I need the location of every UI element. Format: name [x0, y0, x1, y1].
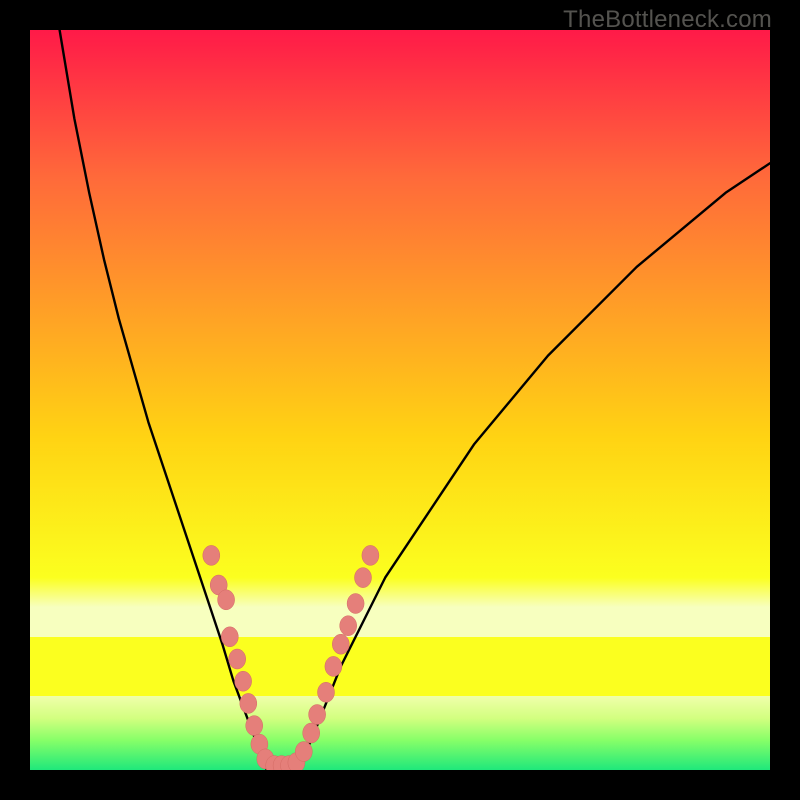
emphasis-dot	[318, 682, 335, 702]
curve-group	[60, 30, 770, 770]
emphasis-dot	[332, 634, 349, 654]
emphasis-dot	[340, 616, 357, 636]
outer-frame: TheBottleneck.com	[0, 0, 800, 800]
emphasis-dot	[229, 649, 246, 669]
emphasis-dot	[240, 693, 257, 713]
emphasis-dot	[309, 705, 326, 725]
marker-group	[203, 545, 379, 770]
emphasis-dot	[203, 545, 220, 565]
emphasis-dot	[295, 742, 312, 762]
emphasis-dot	[303, 723, 320, 743]
chart-svg	[30, 30, 770, 770]
bottleneck-curve	[60, 30, 770, 770]
emphasis-dot	[221, 627, 238, 647]
emphasis-dot	[355, 568, 372, 588]
plot-area	[30, 30, 770, 770]
emphasis-dot	[362, 545, 379, 565]
emphasis-dot	[325, 656, 342, 676]
emphasis-dot	[246, 716, 263, 736]
emphasis-dot	[347, 594, 364, 614]
emphasis-dot	[218, 590, 235, 610]
emphasis-dot	[235, 671, 252, 691]
